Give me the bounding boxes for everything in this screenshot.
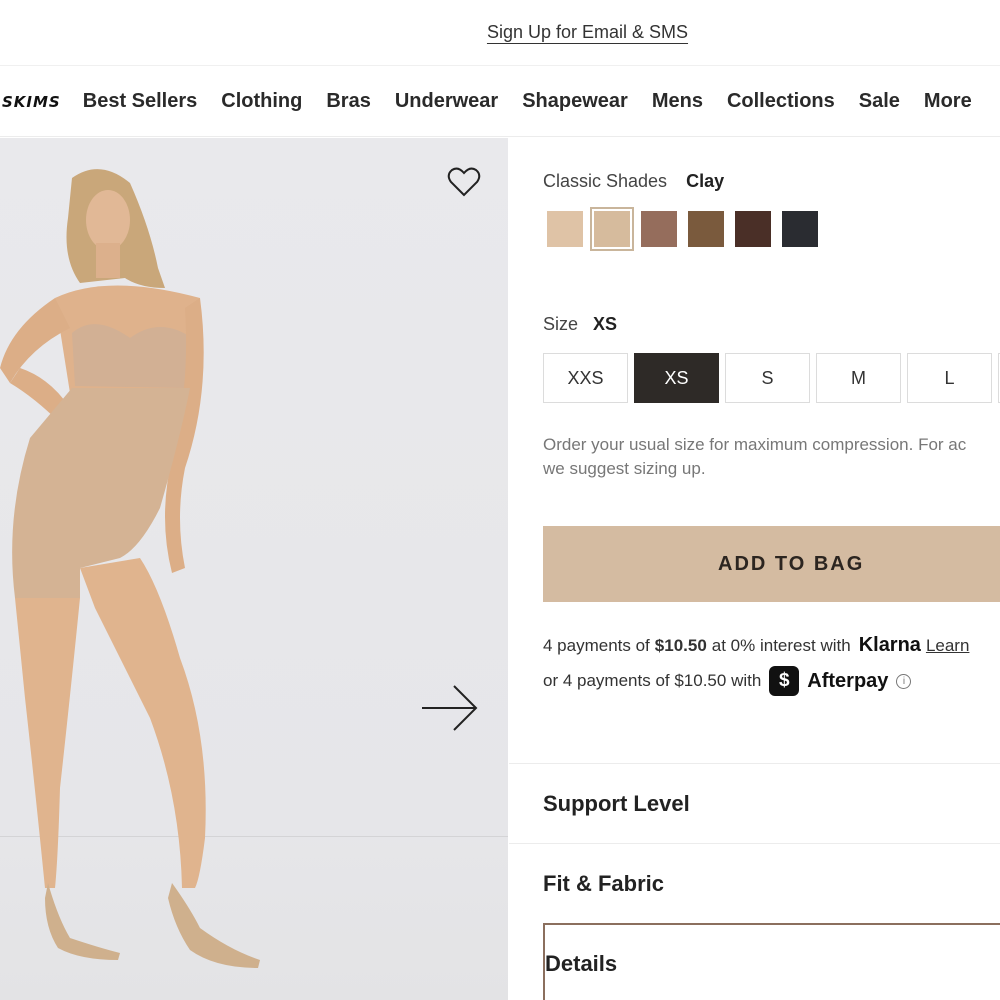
nav-collections[interactable]: Collections — [727, 90, 835, 113]
size-note-line-1: Order your usual size for maximum compre… — [543, 435, 967, 454]
size-button-xxs[interactable]: XXS — [543, 353, 628, 403]
skims-logo[interactable]: SKIMS — [2, 93, 61, 111]
info-icon[interactable]: i — [896, 673, 912, 689]
accordion-fit-fabric[interactable]: Fit & Fabric — [509, 843, 1000, 923]
size-button-m[interactable]: M — [816, 353, 901, 403]
cash-app-icon: $ — [769, 666, 800, 696]
klarna-payment-line: 4 payments of $10.50 at 0% interest with… — [543, 634, 969, 657]
product-image[interactable] — [0, 138, 508, 1000]
color-swatch-5[interactable] — [782, 211, 818, 247]
color-swatch-4[interactable] — [735, 211, 771, 247]
nav-bras[interactable]: Bras — [326, 90, 370, 113]
size-label: Size — [543, 314, 579, 334]
nav-clothing[interactable]: Clothing — [221, 90, 302, 113]
color-swatches — [547, 207, 829, 251]
accordion-details[interactable]: Details — [543, 923, 1000, 1000]
arrow-right-icon[interactable] — [418, 678, 482, 738]
size-guidance-text: Order your usual size for maximum compre… — [543, 433, 1000, 481]
nav-mens[interactable]: Mens — [652, 90, 703, 113]
size-label-row: Size XS — [543, 314, 617, 335]
color-swatch-0[interactable] — [547, 211, 583, 247]
heart-icon[interactable] — [447, 166, 481, 198]
selected-shade-name: Clay — [686, 171, 725, 191]
product-details-panel: Classic Shades Clay Size XS XXS XS S M L… — [509, 138, 1000, 1000]
color-swatch-2[interactable] — [641, 211, 677, 247]
klarna-logo: Klarna — [858, 634, 921, 656]
color-swatch-3[interactable] — [688, 211, 724, 247]
size-button-s[interactable]: S — [725, 353, 810, 403]
color-swatch-1[interactable] — [590, 207, 634, 251]
main-nav: SKIMS Best Sellers Clothing Bras Underwe… — [0, 67, 1000, 137]
shade-label: Classic Shades — [543, 171, 668, 191]
size-button-l[interactable]: L — [907, 353, 992, 403]
nav-underwear[interactable]: Underwear — [395, 90, 498, 113]
nav-shapewear[interactable]: Shapewear — [522, 90, 628, 113]
size-button-xs[interactable]: XS — [634, 353, 719, 403]
klarna-prefix: 4 payments of — [543, 635, 650, 655]
add-to-bag-button[interactable]: ADD TO BAG — [543, 526, 1000, 602]
nav-best-sellers[interactable]: Best Sellers — [83, 90, 198, 113]
selected-size: XS — [593, 314, 618, 334]
klarna-learn-more-link[interactable]: Learn — [926, 636, 969, 656]
afterpay-payment-line: or 4 payments of $10.50 with $ Afterpay … — [543, 666, 912, 696]
size-options: XXS XS S M L — [543, 353, 1000, 403]
shade-label-row: Classic Shades Clay — [543, 171, 724, 192]
klarna-amount: $10.50 — [654, 635, 707, 655]
email-sms-signup-link[interactable]: Sign Up for Email & SMS — [487, 22, 688, 43]
promo-bar: Sign Up for Email & SMS — [0, 0, 1000, 66]
klarna-suffix: at 0% interest with — [711, 635, 851, 655]
afterpay-text: or 4 payments of $10.50 with — [543, 671, 762, 690]
nav-more[interactable]: More — [924, 90, 972, 113]
nav-sale[interactable]: Sale — [859, 90, 900, 113]
size-note-line-2: we suggest sizing up. — [543, 459, 706, 478]
afterpay-logo: Afterpay — [807, 669, 889, 692]
accordion-support-level[interactable]: Support Level — [509, 763, 1000, 843]
model-figure-image — [0, 169, 260, 968]
